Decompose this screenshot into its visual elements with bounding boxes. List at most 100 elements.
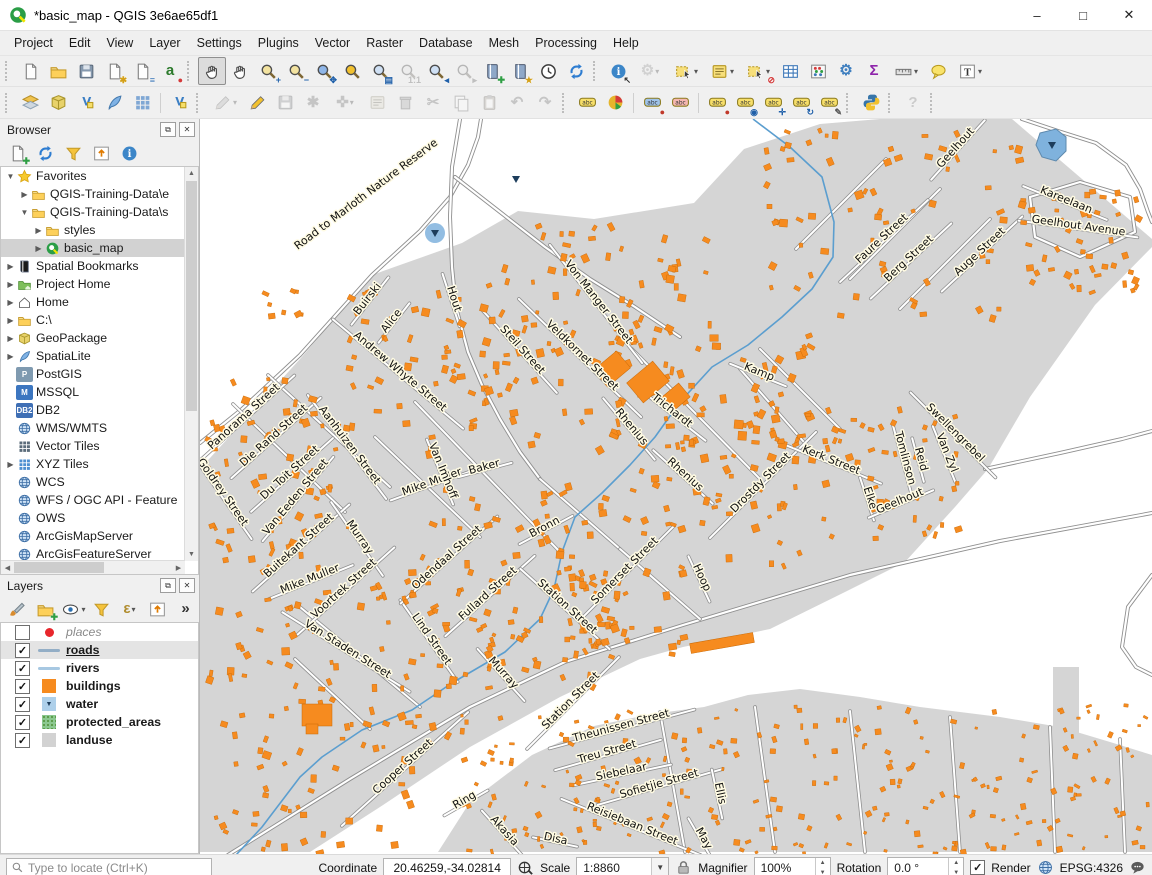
select-features-dropdown-arrow[interactable]: ▾ — [694, 67, 698, 76]
browser-item-styles[interactable]: ▶styles — [1, 221, 185, 239]
browser-item-wcs[interactable]: WCS — [1, 473, 185, 491]
filter-legend-button[interactable] — [88, 596, 115, 622]
new-print-layout-button[interactable]: ✱ — [100, 57, 128, 85]
toolbar-handle[interactable] — [562, 93, 569, 113]
browser-item-db2[interactable]: DB2DB2 — [1, 401, 185, 419]
layer-item-protected_areas[interactable]: ✓protected_areas — [1, 713, 198, 731]
browser-item-mssql[interactable]: MMSSQL — [1, 383, 185, 401]
scale-combobox[interactable]: 1:8860 ▼ — [576, 857, 669, 875]
processing-toolbox-button[interactable]: ⚙ — [832, 57, 860, 85]
vertex-tool-dropdown-arrow[interactable]: ▾ — [350, 98, 354, 107]
toolbar-handle[interactable] — [593, 61, 600, 81]
toolbar-handle[interactable] — [187, 61, 194, 81]
show-spatial-bookmarks-button[interactable]: ★ — [506, 57, 534, 85]
browser-item-spatial-bookmarks[interactable]: ▶Spatial Bookmarks — [1, 257, 185, 275]
manage-map-themes-dropdown-arrow[interactable]: ▾ — [81, 605, 85, 614]
open-data-source-manager-button[interactable] — [16, 89, 44, 117]
browser-item-spatialite[interactable]: ▶SpatiaLite — [1, 347, 185, 365]
new-spatial-bookmark-button[interactable]: ✚ — [478, 57, 506, 85]
lock-scale-icon[interactable] — [675, 859, 692, 875]
style-manager-button[interactable]: a● — [156, 57, 184, 85]
close-button[interactable]: ✕ — [1106, 0, 1152, 30]
add-group-button[interactable]: ✚ — [32, 596, 59, 622]
run-feature-action-dropdown-arrow[interactable]: ▾ — [655, 67, 659, 76]
pan-map-button[interactable] — [198, 57, 226, 85]
expander-icon[interactable]: ▼ — [19, 208, 30, 217]
toolbar-handle[interactable] — [846, 93, 853, 113]
select-features-by-value-dropdown-arrow[interactable]: ▾ — [730, 67, 734, 76]
browser-close-button[interactable]: ✕ — [179, 122, 195, 137]
refresh-map-button[interactable] — [562, 57, 590, 85]
python-console-button[interactable] — [857, 89, 885, 117]
pin-unpin-labels-button[interactable]: ● — [638, 89, 666, 117]
expand-collapse-all-button[interactable] — [144, 596, 171, 622]
toolbar-handle[interactable] — [5, 93, 12, 113]
menu-view[interactable]: View — [98, 33, 141, 53]
toolbar-handle[interactable] — [930, 93, 937, 113]
deselect-features-button[interactable]: ⊘▾ — [740, 57, 776, 85]
zoom-last-button[interactable]: ◂ — [422, 57, 450, 85]
menu-vector[interactable]: Vector — [307, 33, 358, 53]
filter-legend-by-expression-dropdown-arrow[interactable]: ▾ — [132, 605, 136, 614]
layer-item-places[interactable]: places — [1, 623, 198, 641]
render-checkbox[interactable]: ✓ — [970, 860, 985, 875]
browser-item-c-[interactable]: ▶C:\ — [1, 311, 185, 329]
refresh-browser-button[interactable] — [32, 140, 59, 166]
text-annotation-button[interactable]: ▾ — [952, 57, 988, 85]
show-hide-labels-button[interactable]: ◉ — [731, 89, 759, 117]
menu-layer[interactable]: Layer — [141, 33, 188, 53]
layer-diagram-options-button[interactable] — [601, 89, 629, 117]
minimize-button[interactable]: – — [1014, 0, 1060, 30]
expander-icon[interactable]: ▶ — [5, 460, 16, 469]
layer-visibility-checkbox[interactable]: ✓ — [15, 679, 30, 694]
browser-horizontal-scrollbar[interactable]: ◀▶ — [1, 560, 185, 574]
toolbar-handle[interactable] — [888, 93, 895, 113]
zoom-full-button[interactable]: ✥ — [310, 57, 338, 85]
field-calculator-button[interactable] — [804, 57, 832, 85]
rotation-spinbox[interactable]: 0.0 ° ▲▼ — [887, 857, 964, 875]
statistics-panel-button[interactable]: Σ — [860, 57, 888, 85]
menu-raster[interactable]: Raster — [358, 33, 411, 53]
expander-icon[interactable]: ▶ — [5, 352, 16, 361]
toolbar-handle[interactable] — [196, 93, 203, 113]
expander-icon[interactable]: ▶ — [5, 280, 16, 289]
browser-vertical-scrollbar[interactable]: ▲▼ — [184, 167, 198, 561]
expander-icon[interactable]: ▶ — [5, 334, 16, 343]
layer-item-rivers[interactable]: ✓rivers — [1, 659, 198, 677]
extents-toggle-icon[interactable] — [517, 859, 534, 875]
expander-icon[interactable]: ▶ — [19, 190, 30, 199]
new-project-button[interactable] — [16, 57, 44, 85]
browser-item-wms-wmts[interactable]: WMS/WMTS — [1, 419, 185, 437]
browser-item-home[interactable]: ▶Home — [1, 293, 185, 311]
browser-item-wfs-ogc-api-feature[interactable]: WFS / OGC API - Feature — [1, 491, 185, 509]
open-layer-styling-panel-button[interactable] — [4, 596, 31, 622]
menu-edit[interactable]: Edit — [61, 33, 99, 53]
layer-visibility-checkbox[interactable]: ✓ — [15, 715, 30, 730]
zoom-out-button[interactable]: − — [282, 57, 310, 85]
add-selected-layers-button[interactable]: ✚ — [4, 140, 31, 166]
layer-labeling-options-button[interactable] — [573, 89, 601, 117]
show-layout-manager-button[interactable]: ≡ — [128, 57, 156, 85]
rotate-label-button[interactable]: ↻ — [787, 89, 815, 117]
expander-icon[interactable]: ▶ — [5, 262, 16, 271]
save-project-button[interactable] — [72, 57, 100, 85]
menu-project[interactable]: Project — [6, 33, 61, 53]
browser-item-vector-tiles[interactable]: Vector Tiles — [1, 437, 185, 455]
menu-database[interactable]: Database — [411, 33, 481, 53]
menu-help[interactable]: Help — [605, 33, 647, 53]
maximize-button[interactable]: □ — [1060, 0, 1106, 30]
map-canvas[interactable]: Road to Marloth Nature ReserveBuirskiAli… — [200, 119, 1152, 854]
zoom-to-selection-button[interactable] — [338, 57, 366, 85]
new-shapefile-layer-button[interactable] — [72, 89, 100, 117]
filter-legend-by-expression-button[interactable]: ε▾ — [116, 596, 143, 622]
zoom-to-layer-button[interactable]: ▤ — [366, 57, 394, 85]
layer-visibility-checkbox[interactable]: ✓ — [15, 643, 30, 658]
select-features-by-value-button[interactable]: ▾ — [704, 57, 740, 85]
new-temporary-scratch-layer-button[interactable] — [128, 89, 156, 117]
layer-visibility-checkbox[interactable]: ✓ — [15, 733, 30, 748]
layer-item-buildings[interactable]: ✓buildings — [1, 677, 198, 695]
messages-icon[interactable] — [1129, 859, 1146, 875]
temporal-controller-button[interactable] — [534, 57, 562, 85]
layer-visibility-checkbox[interactable]: ✓ — [15, 661, 30, 676]
new-geopackage-layer-button[interactable] — [44, 89, 72, 117]
